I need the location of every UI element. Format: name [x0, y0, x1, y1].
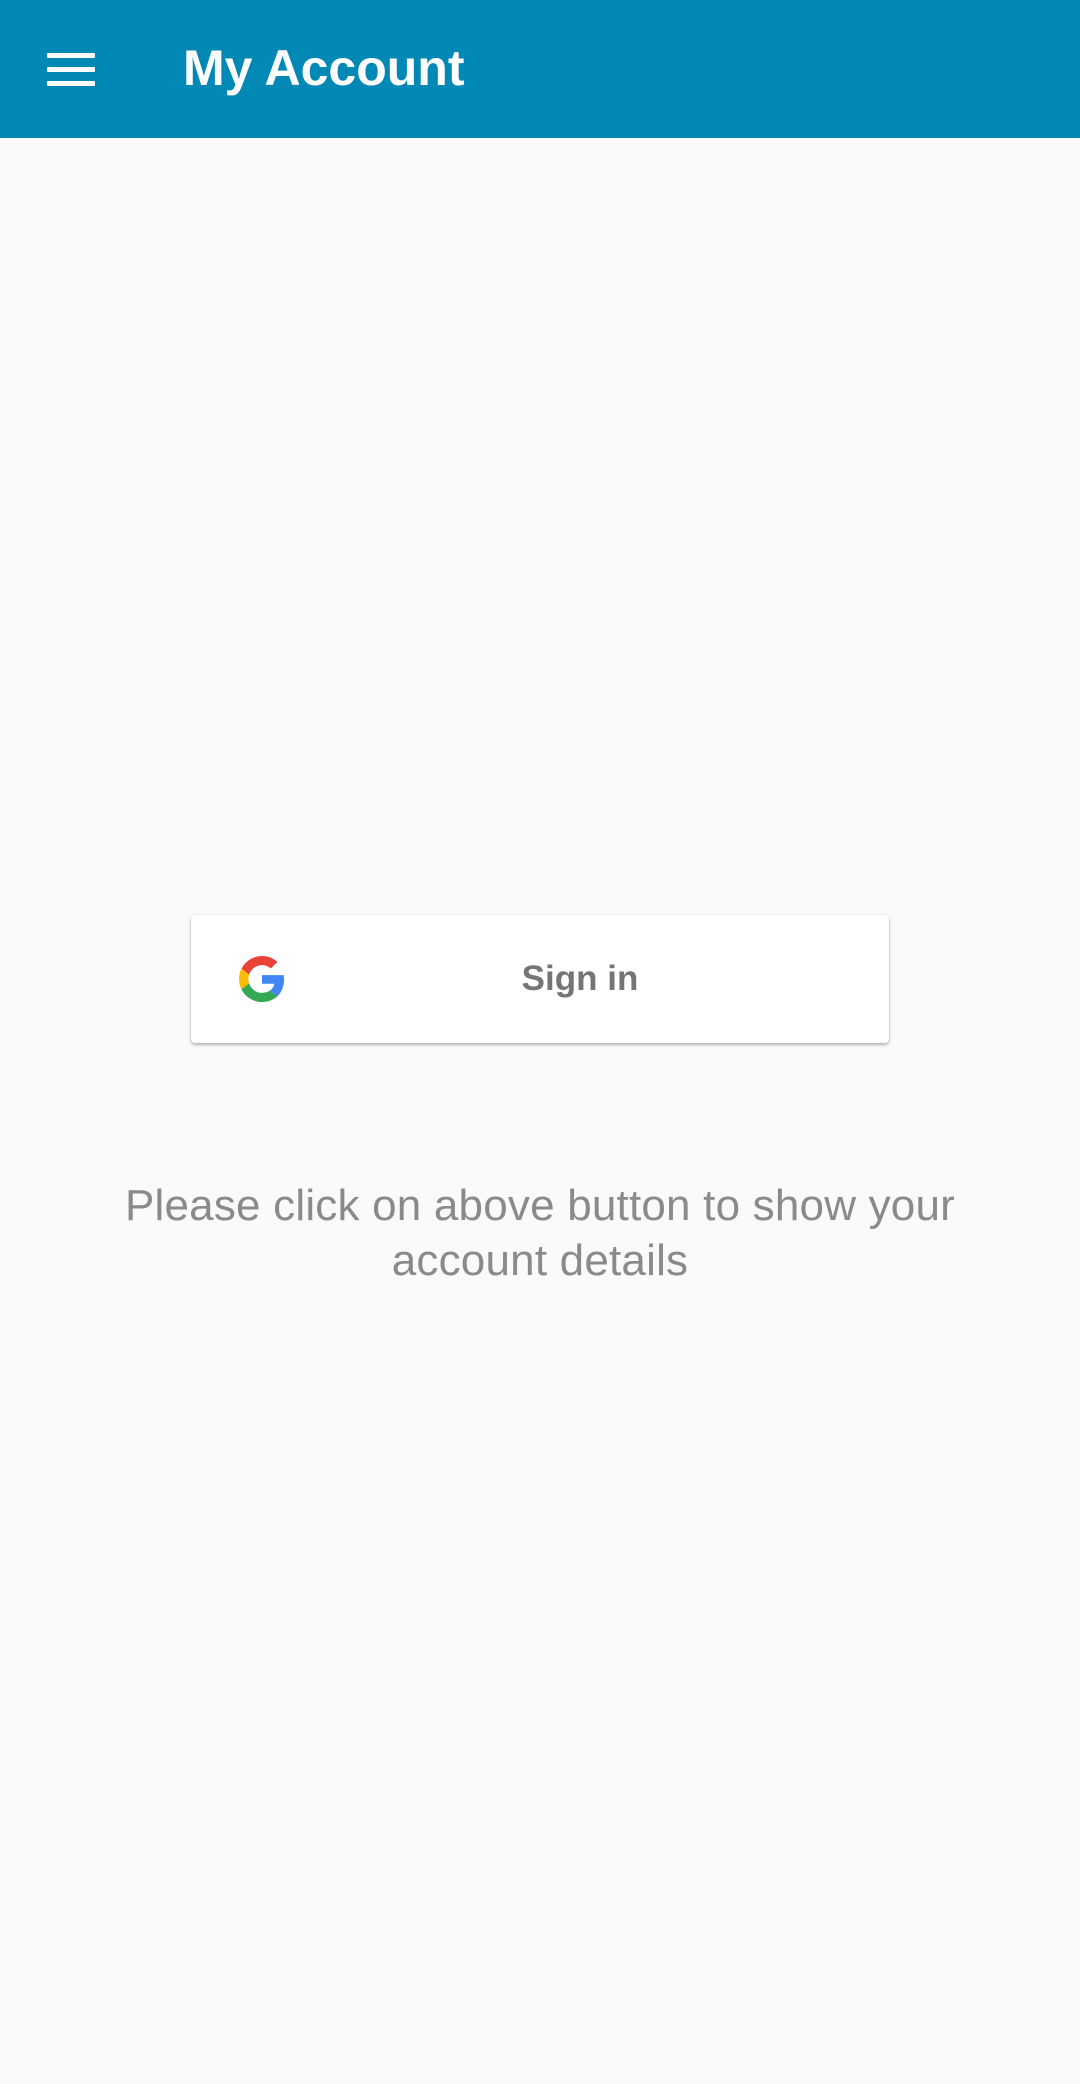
page-title: My Account — [183, 40, 465, 96]
menu-icon-bar-middle — [47, 66, 95, 72]
google-sign-in-button[interactable]: Sign in — [191, 915, 889, 1043]
sign-in-label: Sign in — [521, 959, 639, 998]
menu-icon-bar-bottom — [47, 80, 95, 86]
sign-in-hint-text: Please click on above button to show you… — [124, 1181, 956, 1285]
menu-button[interactable] — [26, 26, 116, 112]
menu-icon-bar-top — [47, 52, 95, 58]
app-screen: My Account Sign in Please click on above… — [0, 0, 1080, 2084]
main-content: Sign in Please click on above button to … — [0, 138, 1080, 2084]
app-toolbar: My Account — [0, 0, 1080, 138]
